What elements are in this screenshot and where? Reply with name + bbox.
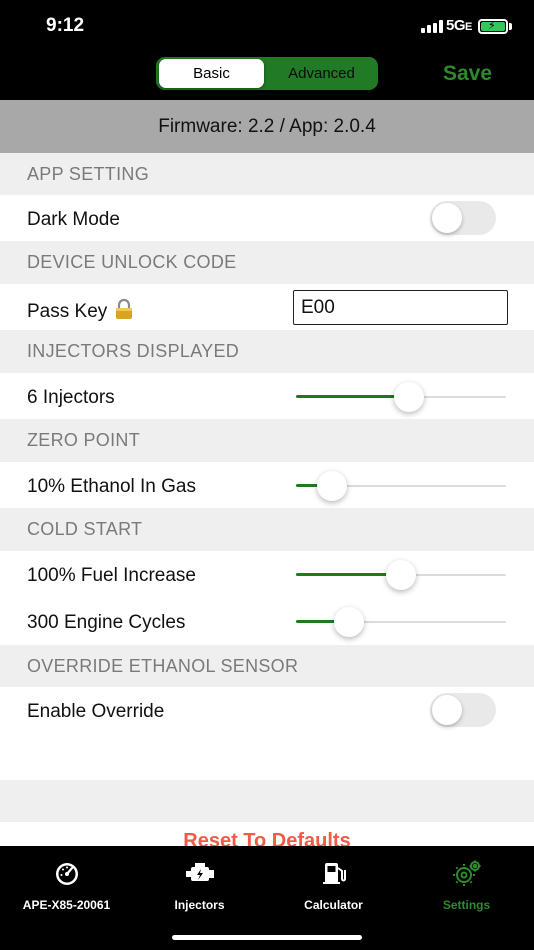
dark-mode-label: Dark Mode bbox=[27, 209, 120, 230]
injectors-slider[interactable] bbox=[296, 382, 506, 412]
lock-icon bbox=[113, 298, 135, 326]
status-bar: 9:12 5GE ⚡ bbox=[0, 0, 534, 50]
pass-key-row: Pass Key bbox=[0, 284, 534, 330]
firmware-banner: Firmware: 2.2 / App: 2.0.4 bbox=[0, 100, 534, 153]
network-type: 5GE bbox=[446, 17, 472, 34]
engine-icon bbox=[133, 858, 266, 888]
enable-override-toggle[interactable] bbox=[430, 693, 496, 727]
tab-device[interactable]: APE-X85-20061 bbox=[0, 858, 133, 912]
section-header-device-unlock: DEVICE UNLOCK CODE bbox=[0, 241, 534, 284]
pass-key-label: Pass Key bbox=[27, 298, 135, 326]
tab-settings[interactable]: Settings bbox=[400, 858, 533, 912]
tab-injectors[interactable]: Injectors bbox=[133, 858, 266, 912]
status-time: 9:12 bbox=[46, 15, 85, 36]
spacer-section bbox=[0, 780, 534, 822]
engine-cycles-label: 300 Engine Cycles bbox=[27, 612, 186, 633]
tab-calculator-label: Calculator bbox=[304, 898, 363, 912]
fuel-increase-slider[interactable] bbox=[296, 560, 506, 590]
slider-thumb[interactable] bbox=[316, 471, 347, 501]
injectors-row: 6 Injectors bbox=[0, 373, 534, 419]
segment-advanced[interactable]: Advanced bbox=[267, 59, 376, 88]
section-header-app-setting: APP SETTING bbox=[0, 153, 534, 195]
section-header-cold-start: COLD START bbox=[0, 508, 534, 551]
fuel-pump-icon bbox=[267, 858, 400, 888]
gauge-icon bbox=[0, 858, 133, 888]
tab-injectors-label: Injectors bbox=[174, 898, 225, 912]
dark-mode-toggle[interactable] bbox=[430, 201, 496, 235]
battery-nub bbox=[509, 23, 512, 30]
ethanol-in-gas-slider[interactable] bbox=[296, 471, 506, 501]
segment-basic[interactable]: Basic bbox=[159, 59, 264, 88]
tab-device-label: APE-X85-20061 bbox=[22, 898, 111, 912]
enable-override-row: Enable Override bbox=[0, 687, 534, 780]
tab-calculator[interactable]: Calculator bbox=[267, 858, 400, 912]
section-header-injectors-displayed: INJECTORS DISPLAYED bbox=[0, 330, 534, 373]
section-header-override: OVERRIDE ETHANOL SENSOR bbox=[0, 645, 534, 687]
slider-thumb[interactable] bbox=[333, 607, 364, 637]
slider-thumb[interactable] bbox=[394, 382, 425, 412]
enable-override-label: Enable Override bbox=[27, 701, 165, 722]
pass-key-input[interactable] bbox=[293, 290, 508, 325]
ethanol-in-gas-label: 10% Ethanol In Gas bbox=[27, 476, 196, 497]
cold-start-rows: 100% Fuel Increase 300 Engine Cycles bbox=[0, 551, 534, 645]
mode-segmented-control[interactable]: Basic Advanced bbox=[156, 57, 378, 90]
signal-icon bbox=[421, 20, 443, 33]
tab-settings-label: Settings bbox=[442, 898, 491, 912]
battery-icon: ⚡ bbox=[478, 19, 508, 34]
nav-bar: Basic Advanced Save bbox=[0, 50, 534, 100]
dark-mode-row: Dark Mode bbox=[0, 195, 534, 241]
injectors-label: 6 Injectors bbox=[27, 387, 115, 408]
engine-cycles-slider[interactable] bbox=[296, 607, 506, 637]
save-button[interactable]: Save bbox=[443, 62, 492, 86]
home-indicator bbox=[172, 935, 362, 940]
ethanol-in-gas-row: 10% Ethanol In Gas bbox=[0, 462, 534, 508]
gear-icon bbox=[400, 858, 533, 888]
slider-thumb[interactable] bbox=[386, 560, 416, 590]
fuel-increase-label: 100% Fuel Increase bbox=[27, 565, 196, 586]
section-header-zero-point: ZERO POINT bbox=[0, 419, 534, 462]
